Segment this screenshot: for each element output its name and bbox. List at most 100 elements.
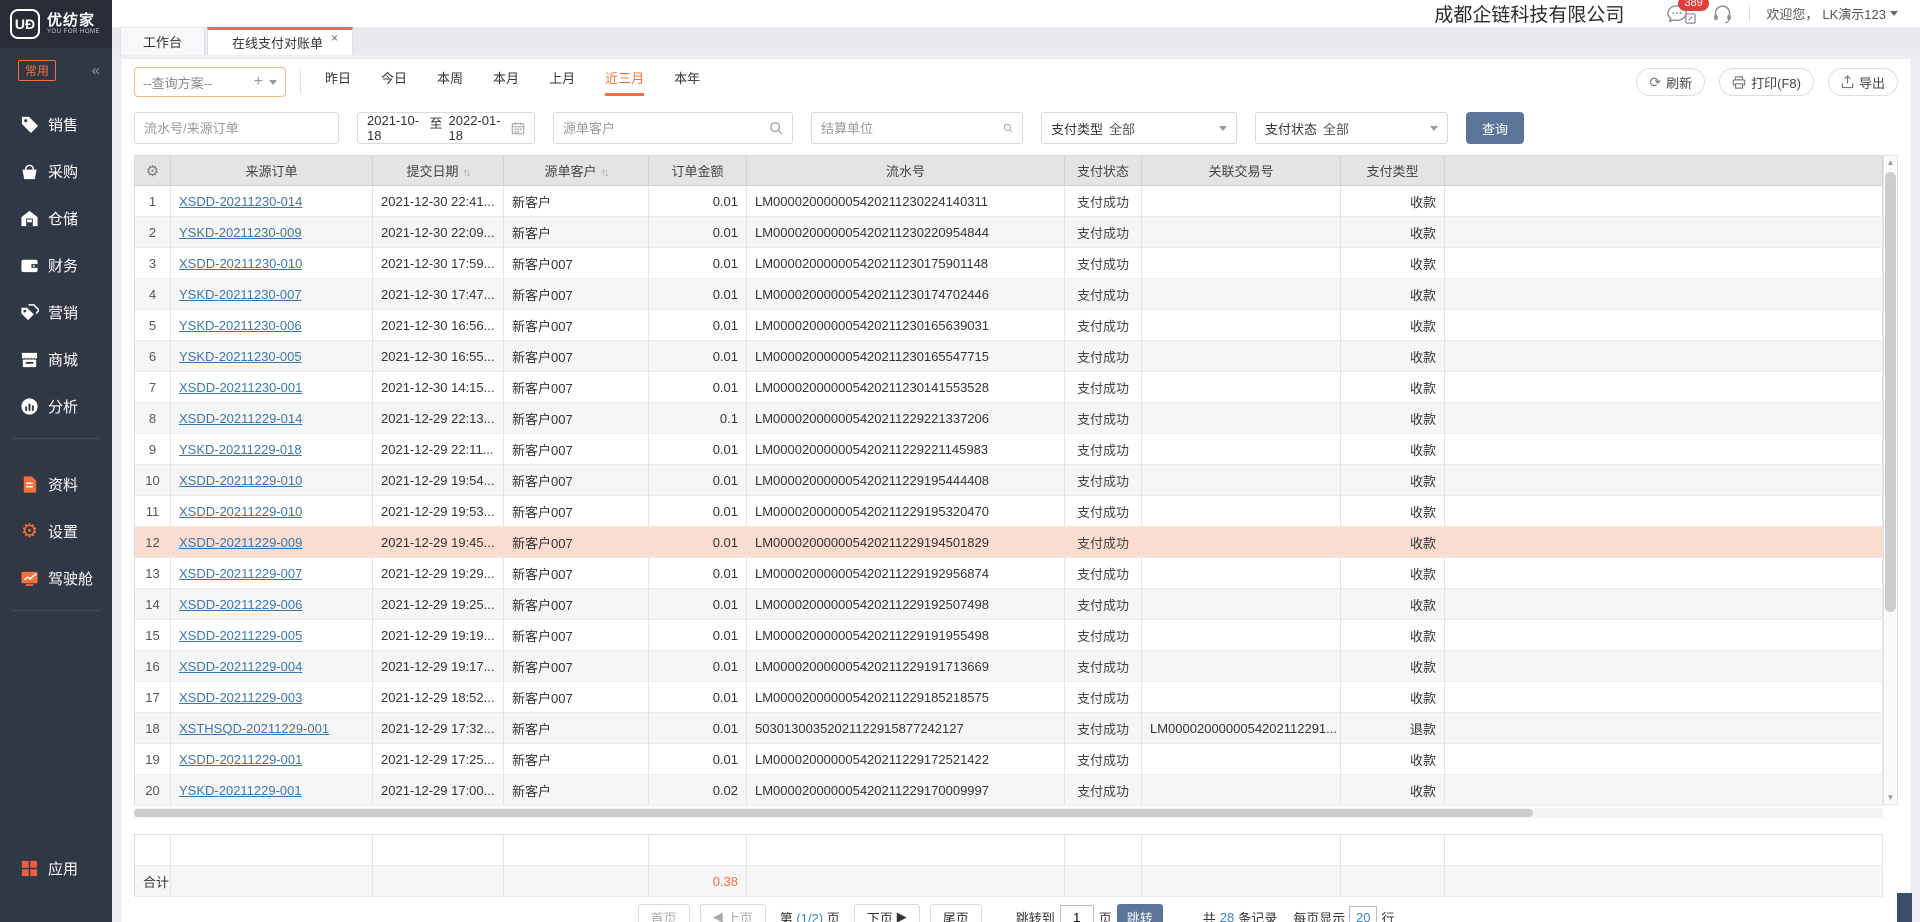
search-icon[interactable] [769, 121, 783, 135]
table-row[interactable]: 9YSKD-20211229-0182021-12-29 22:11...新客户… [135, 434, 1883, 465]
table-row[interactable]: 15XSDD-20211229-0052021-12-29 19:19...新客… [135, 620, 1883, 651]
add-plan-icon[interactable]: + [254, 73, 263, 91]
refresh-button[interactable]: ⟳ 刷新 [1636, 68, 1705, 96]
collapse-sidebar-icon[interactable]: « [92, 62, 100, 79]
source-order-link[interactable]: XSDD-20211229-001 [179, 752, 302, 767]
pay-status-select[interactable]: 支付状态 全部 [1255, 112, 1448, 144]
col-header-source-customer[interactable]: 源单客户↑↓ [504, 156, 649, 186]
close-tab-icon[interactable]: × [331, 31, 338, 45]
date-filter-this-week[interactable]: 本周 [437, 68, 463, 96]
sidebar-item-sales[interactable]: 销售 [0, 101, 112, 148]
sidebar-item-analytics[interactable]: 分析 [0, 383, 112, 430]
source-customer-field[interactable] [553, 112, 793, 144]
tab-online-payment-statement[interactable]: 在线支付对账单 × [207, 27, 353, 55]
query-plan-select[interactable]: --查询方案-- + [134, 67, 286, 97]
last-page-button[interactable]: 尾页 [930, 904, 982, 922]
table-row[interactable]: 19XSDD-20211229-0012021-12-29 17:25...新客… [135, 744, 1883, 775]
sort-icon[interactable]: ↑↓ [601, 167, 608, 179]
sidebar-item-finance[interactable]: 财务 [0, 242, 112, 289]
per-page-input[interactable]: 20 [1349, 906, 1377, 922]
sidebar-item-marketing[interactable]: 营销 [0, 289, 112, 336]
date-filter-last-3-months[interactable]: 近三月 [605, 68, 644, 96]
col-header-pay-status[interactable]: 支付状态 [1065, 156, 1142, 186]
table-row[interactable]: 4YSKD-20211230-0072021-12-30 17:47...新客户… [135, 279, 1883, 310]
prev-page-button[interactable]: ◀上页 [700, 904, 766, 922]
print-button[interactable]: 打印(F8) [1719, 68, 1814, 96]
source-order-link[interactable]: XSDD-20211229-006 [179, 597, 302, 612]
settle-unit-input[interactable] [821, 121, 997, 136]
source-order-link[interactable]: YSKD-20211229-001 [179, 783, 302, 798]
support-button[interactable] [1712, 4, 1733, 24]
pay-type-select[interactable]: 支付类型 全部 [1041, 112, 1237, 144]
sidebar-item-warehouse[interactable]: 仓储 [0, 195, 112, 242]
sidebar-item-settings[interactable]: ⚙ 设置 [0, 508, 112, 555]
source-order-link[interactable]: XSDD-20211230-014 [179, 194, 302, 209]
date-filter-this-year[interactable]: 本年 [674, 68, 700, 96]
scrollbar-thumb[interactable] [1885, 172, 1896, 612]
table-row[interactable]: 13XSDD-20211229-0072021-12-29 19:29...新客… [135, 558, 1883, 589]
source-order-link[interactable]: XSDD-20211229-003 [179, 690, 302, 705]
table-row[interactable]: 8XSDD-20211229-0142021-12-29 22:13...新客户… [135, 403, 1883, 434]
source-order-link[interactable]: XSDD-20211229-004 [179, 659, 302, 674]
messages-button[interactable]: 389 [1666, 3, 1696, 24]
date-filter-yesterday[interactable]: 昨日 [325, 68, 351, 96]
date-filter-last-month[interactable]: 上月 [549, 68, 575, 96]
table-row[interactable]: 18XSTHSQD-20211229-0012021-12-29 17:32..… [135, 713, 1883, 744]
date-range-field[interactable]: 2021-10-18 至 2022-01-18 [357, 112, 535, 144]
sort-icon[interactable]: ↑↓ [463, 167, 470, 179]
source-customer-input[interactable] [563, 121, 763, 136]
date-filter-today[interactable]: 今日 [381, 68, 407, 96]
source-order-link[interactable]: XSDD-20211229-007 [179, 566, 302, 581]
sidebar-item-mall[interactable]: 商城 [0, 336, 112, 383]
scroll-up-icon[interactable]: ▲ [1884, 158, 1897, 167]
keyword-input[interactable] [144, 121, 329, 136]
vertical-scrollbar[interactable]: ▲ ▼ [1883, 155, 1898, 805]
source-order-link[interactable]: XSTHSQD-20211229-001 [179, 721, 329, 736]
source-order-link[interactable]: XSDD-20211229-005 [179, 628, 302, 643]
source-order-link[interactable]: XSDD-20211230-001 [179, 380, 302, 395]
export-button[interactable]: 导出 [1828, 68, 1898, 96]
table-row[interactable]: 2YSKD-20211230-0092021-12-30 22:09...新客户… [135, 217, 1883, 248]
source-order-link[interactable]: XSDD-20211229-014 [179, 411, 302, 426]
horizontal-scrollbar[interactable] [134, 808, 1883, 818]
table-row[interactable]: 17XSDD-20211229-0032021-12-29 18:52...新客… [135, 682, 1883, 713]
sidebar-item-purchase[interactable]: 采购 [0, 148, 112, 195]
col-header-pay-type[interactable]: 支付类型 [1341, 156, 1445, 186]
col-header-source-order[interactable]: 来源订单 [171, 156, 373, 186]
scroll-down-icon[interactable]: ▼ [1884, 793, 1897, 802]
col-header-related-transaction[interactable]: 关联交易号 [1142, 156, 1341, 186]
table-row[interactable]: 10XSDD-20211229-0102021-12-29 19:54...新客… [135, 465, 1883, 496]
favorites-label[interactable]: 常用 [18, 60, 56, 81]
table-row[interactable]: 14XSDD-20211229-0062021-12-29 19:25...新客… [135, 589, 1883, 620]
table-row[interactable]: 1XSDD-20211230-0142021-12-30 22:41...新客户… [135, 186, 1883, 217]
col-header-order-amount[interactable]: 订单金额 [649, 156, 747, 186]
column-settings-button[interactable]: ⚙ [135, 156, 171, 186]
table-row[interactable]: 20YSKD-20211229-0012021-12-29 17:00...新客… [135, 775, 1883, 806]
table-row[interactable]: 3XSDD-20211230-0102021-12-30 17:59...新客户… [135, 248, 1883, 279]
tab-workbench[interactable]: 工作台 [120, 27, 205, 55]
source-order-link[interactable]: YSKD-20211230-007 [179, 287, 302, 302]
table-row[interactable]: 5YSKD-20211230-0062021-12-30 16:56...新客户… [135, 310, 1883, 341]
search-button[interactable]: 查询 [1466, 112, 1524, 144]
next-page-button[interactable]: 下页▶ [854, 904, 920, 922]
source-order-link[interactable]: XSDD-20211229-009 [179, 535, 302, 550]
first-page-button[interactable]: 首页 [638, 904, 690, 922]
jump-button[interactable]: 跳转 [1117, 904, 1163, 922]
jump-page-input[interactable] [1060, 905, 1094, 922]
table-row[interactable]: 12XSDD-20211229-0092021-12-29 19:45...新客… [135, 527, 1883, 558]
col-header-flow-number[interactable]: 流水号 [747, 156, 1065, 186]
keyword-field[interactable] [134, 112, 339, 144]
page-scrollbar-thumb[interactable] [1897, 893, 1912, 922]
date-filter-this-month[interactable]: 本月 [493, 68, 519, 96]
col-header-submit-date[interactable]: 提交日期↑↓ [373, 156, 504, 186]
table-row[interactable]: 16XSDD-20211229-0042021-12-29 19:17...新客… [135, 651, 1883, 682]
table-row[interactable]: 11XSDD-20211229-0102021-12-29 19:53...新客… [135, 496, 1883, 527]
source-order-link[interactable]: XSDD-20211229-010 [179, 504, 302, 519]
sidebar-item-data[interactable]: 资料 [0, 461, 112, 508]
source-order-link[interactable]: XSDD-20211230-010 [179, 256, 302, 271]
sidebar-item-apps[interactable]: 应用 [0, 845, 112, 892]
source-order-link[interactable]: YSKD-20211230-009 [179, 225, 302, 240]
table-row[interactable]: 6YSKD-20211230-0052021-12-30 16:55...新客户… [135, 341, 1883, 372]
source-order-link[interactable]: YSKD-20211230-006 [179, 318, 302, 333]
table-row[interactable]: 7XSDD-20211230-0012021-12-30 14:15...新客户… [135, 372, 1883, 403]
